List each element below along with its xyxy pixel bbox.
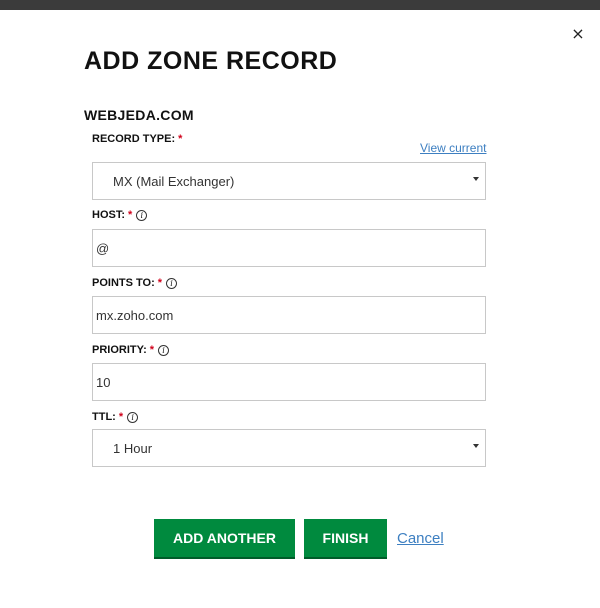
ttl-label-row: TTL: * i: [92, 411, 139, 423]
host-value: @: [96, 240, 110, 256]
priority-input[interactable]: 10: [92, 363, 486, 401]
record-type-label-row: RECORD TYPE: *: [92, 133, 182, 145]
ttl-label: TTL:: [92, 411, 116, 423]
host-label: HOST:: [92, 209, 125, 221]
required-asterisk: *: [157, 277, 163, 289]
required-asterisk: *: [118, 411, 124, 423]
record-type-select[interactable]: MX (Mail Exchanger): [92, 162, 486, 200]
info-icon[interactable]: i: [127, 411, 139, 423]
chevron-down-icon: [473, 444, 479, 448]
points-to-label: POINTS TO:: [92, 277, 155, 289]
required-asterisk: *: [149, 344, 155, 356]
priority-label-row: PRIORITY: * i: [92, 344, 170, 356]
ttl-value: 1 Hour: [113, 440, 153, 456]
info-icon[interactable]: i: [166, 277, 178, 289]
finish-button[interactable]: FINISH: [304, 519, 387, 557]
top-bar: [0, 0, 600, 10]
record-type-label: RECORD TYPE:: [92, 133, 176, 145]
required-asterisk: *: [178, 133, 183, 145]
record-type-value: MX (Mail Exchanger): [113, 173, 235, 189]
points-to-label-row: POINTS TO: * i: [92, 277, 178, 289]
dialog-title: ADD ZONE RECORD: [84, 47, 338, 75]
points-to-value: mx.zoho.com: [96, 307, 174, 323]
ttl-select[interactable]: 1 Hour: [92, 429, 486, 467]
host-label-row: HOST: * i: [92, 209, 148, 221]
required-asterisk: *: [128, 209, 133, 221]
host-input[interactable]: @: [92, 229, 486, 267]
priority-value: 10: [96, 374, 111, 390]
priority-label: PRIORITY:: [92, 344, 147, 356]
view-current-link[interactable]: View current: [420, 141, 486, 155]
close-icon[interactable]: ×: [570, 26, 586, 42]
info-icon[interactable]: i: [158, 344, 170, 356]
chevron-down-icon: [473, 177, 479, 181]
info-icon[interactable]: i: [136, 209, 148, 221]
points-to-input[interactable]: mx.zoho.com: [92, 296, 486, 334]
cancel-link[interactable]: Cancel: [397, 530, 444, 547]
domain-name: WEBJEDA.COM: [84, 107, 194, 123]
add-another-button[interactable]: ADD ANOTHER: [154, 519, 295, 557]
